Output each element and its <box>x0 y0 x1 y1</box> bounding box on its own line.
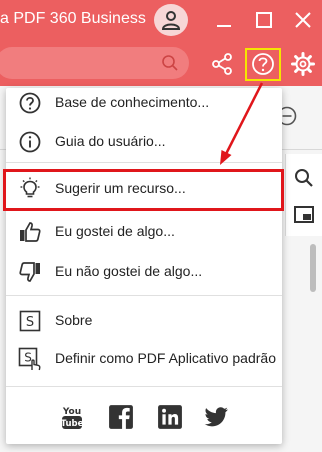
search-icon <box>162 55 178 71</box>
menu-item-user-guide[interactable]: Guia do usuário... <box>6 122 282 162</box>
app-title: a PDF 360 Business <box>0 10 146 27</box>
linkedin-icon[interactable] <box>157 404 183 430</box>
menu-divider <box>6 162 282 163</box>
side-panel <box>285 154 322 236</box>
search-input[interactable] <box>0 47 189 79</box>
user-icon <box>161 11 181 30</box>
menu-item-label: Eu não gostei de algo... <box>55 263 203 279</box>
menu-item-label: Base de conhecimento... <box>55 94 210 110</box>
menu-item-about[interactable]: S Sobre <box>6 301 282 341</box>
svg-text:S: S <box>26 315 34 330</box>
menu-item-label: Definir como PDF Aplicativo padrão <box>55 350 276 366</box>
thumbs-down-icon <box>19 262 40 282</box>
scrollbar[interactable] <box>310 244 316 292</box>
menu-item-disliked[interactable]: Eu não gostei de algo... <box>6 252 282 292</box>
menu-divider <box>6 295 282 296</box>
youtube-icon[interactable]: You Tube <box>61 404 83 430</box>
maximize-icon[interactable] <box>250 6 278 34</box>
close-icon[interactable] <box>289 6 317 34</box>
menu-item-label: Eu gostei de algo... <box>55 223 175 239</box>
facebook-icon[interactable] <box>108 404 134 430</box>
svg-text:Tube: Tube <box>61 419 83 429</box>
info-icon <box>19 131 41 153</box>
set-default-app-icon: S <box>18 347 41 371</box>
settings-icon[interactable] <box>290 51 316 77</box>
share-icon[interactable] <box>209 51 235 77</box>
suggest-highlight-annotation <box>3 169 284 211</box>
thumbs-up-icon <box>20 222 41 242</box>
svg-text:S: S <box>24 351 32 365</box>
menu-item-label: Guia do usuário... <box>55 133 166 149</box>
menu-item-set-default[interactable]: S Definir como PDF Aplicativo padrão <box>6 339 282 379</box>
app-logo-icon: S <box>19 310 41 332</box>
menu-item-liked[interactable]: Eu gostei de algo... <box>6 212 282 252</box>
help-menu: Base de conhecimento... Guia do usuário.… <box>6 88 282 444</box>
minimize-icon[interactable] <box>210 6 238 34</box>
twitter-icon[interactable] <box>203 404 229 430</box>
title-bar: a PDF 360 Business <box>0 0 322 41</box>
panel-icon[interactable] <box>293 205 315 225</box>
help-circle-icon <box>19 92 41 114</box>
svg-text:You: You <box>62 407 81 417</box>
menu-item-knowledge-base[interactable]: Base de conhecimento... <box>6 83 282 123</box>
account-button[interactable] <box>154 4 188 36</box>
menu-divider <box>6 386 282 387</box>
search-icon[interactable] <box>293 167 315 189</box>
menu-item-label: Sobre <box>55 312 93 328</box>
help-highlight-annotation <box>245 48 281 81</box>
